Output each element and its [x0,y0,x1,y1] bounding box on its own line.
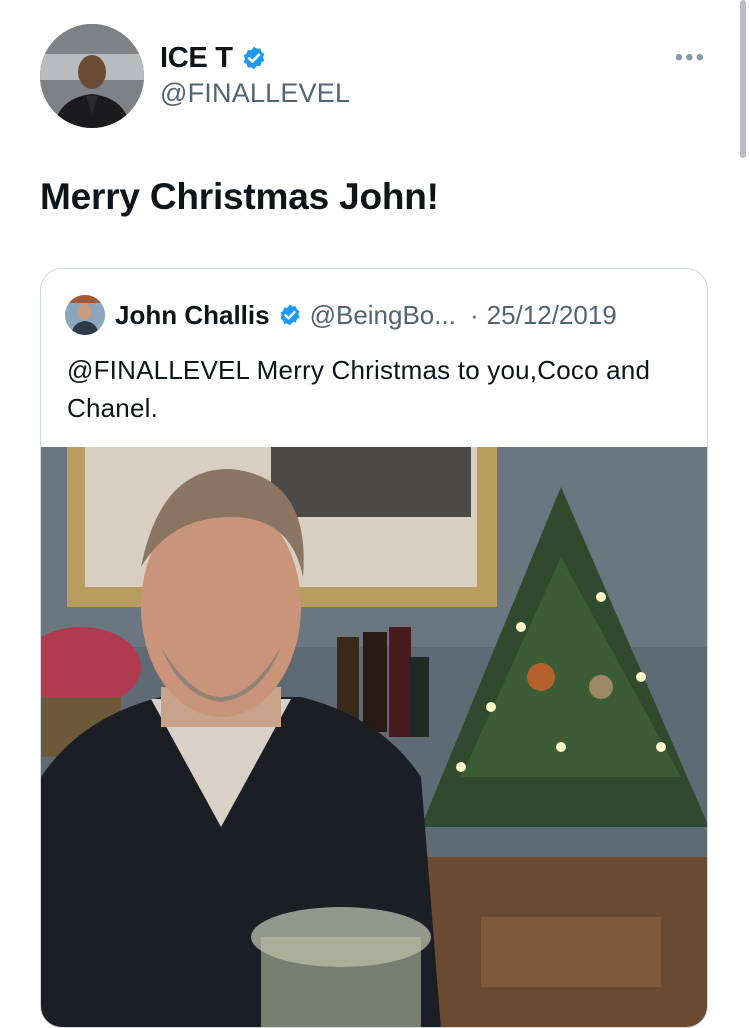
author-display-name[interactable]: ICE T [160,42,233,74]
quoted-author-avatar[interactable] [65,295,105,335]
quoted-date[interactable]: 25/12/2019 [487,300,617,331]
more-options-icon[interactable]: ••• [675,46,706,70]
quoted-tweet-card[interactable]: John Challis @BeingBo... · 25/12/2019 @F… [40,268,708,1028]
author-handle[interactable]: @FINALLEVEL [160,78,350,109]
quoted-display-name[interactable]: John Challis [115,300,270,331]
author-avatar[interactable] [40,24,144,128]
quoted-tweet-text: @FINALLEVEL Merry Christmas to you,Coco … [67,355,651,423]
verified-badge-icon [243,46,264,70]
verified-badge-icon [280,304,299,326]
separator-dot: · [469,299,479,330]
tweet-text: Merry Christmas John! [40,176,439,217]
scrollbar[interactable] [740,0,746,158]
quoted-handle[interactable]: @BeingBo... [310,300,456,331]
quoted-tweet-photo[interactable] [41,447,708,1028]
